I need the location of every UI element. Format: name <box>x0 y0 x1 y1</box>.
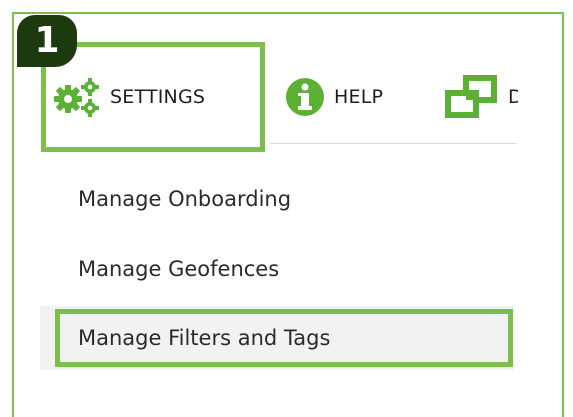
windows-menu-item[interactable]: D <box>444 75 518 119</box>
third-menu-label-truncated: D <box>508 86 518 108</box>
step-number-badge: 1 <box>17 15 77 67</box>
top-menu-bar: SETTINGS HELP D <box>40 42 520 146</box>
dropdown-item-label: Manage Filters and Tags <box>78 326 331 350</box>
help-label: HELP <box>334 86 384 108</box>
help-menu-item[interactable]: HELP <box>284 77 383 117</box>
info-icon <box>284 76 326 118</box>
dropdown-item-manage-filters-and-tags[interactable]: Manage Filters and Tags <box>40 306 514 370</box>
settings-label: SETTINGS <box>110 86 206 108</box>
dropdown-item-manage-onboarding[interactable]: Manage Onboarding <box>40 167 514 231</box>
settings-menu-item[interactable]: SETTINGS <box>52 77 205 117</box>
menu-divider <box>270 143 516 144</box>
dropdown-item-label: Manage Geofences <box>78 257 280 281</box>
windows-icon <box>444 75 498 119</box>
dropdown-item-label: Manage Onboarding <box>78 187 292 211</box>
gears-icon <box>52 77 104 117</box>
dropdown-item-manage-geofences[interactable]: Manage Geofences <box>40 237 514 301</box>
